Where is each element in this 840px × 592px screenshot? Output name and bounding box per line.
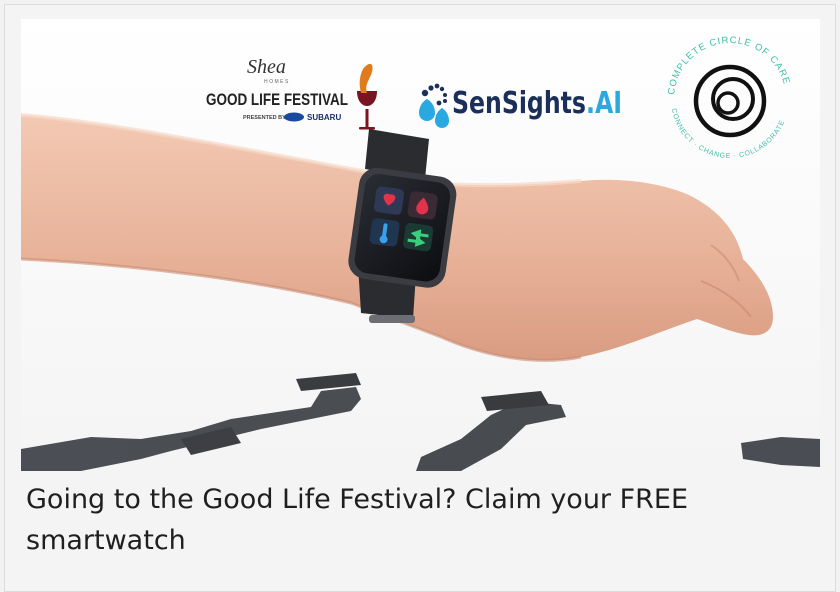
svg-text:SenSights.AI: SenSights.AI [452, 86, 622, 121]
svg-text:HOMES: HOMES [264, 79, 290, 85]
article-card[interactable]: Shea HOMES GOOD LIFE FESTIVAL PRESENTED … [4, 4, 836, 592]
article-title[interactable]: Going to the Good Life Festival? Claim y… [26, 479, 806, 561]
promo-photo: Shea HOMES GOOD LIFE FESTIVAL PRESENTED … [21, 19, 820, 471]
svg-text:Shea: Shea [247, 56, 286, 78]
svg-text:SUBARU: SUBARU [307, 113, 341, 122]
subaru-logo-icon [284, 112, 304, 122]
svg-text:GOOD LIFE FESTIVAL: GOOD LIFE FESTIVAL [206, 90, 348, 109]
svg-text:PRESENTED BY: PRESENTED BY [243, 115, 286, 121]
hero-image[interactable]: Shea HOMES GOOD LIFE FESTIVAL PRESENTED … [21, 19, 820, 471]
